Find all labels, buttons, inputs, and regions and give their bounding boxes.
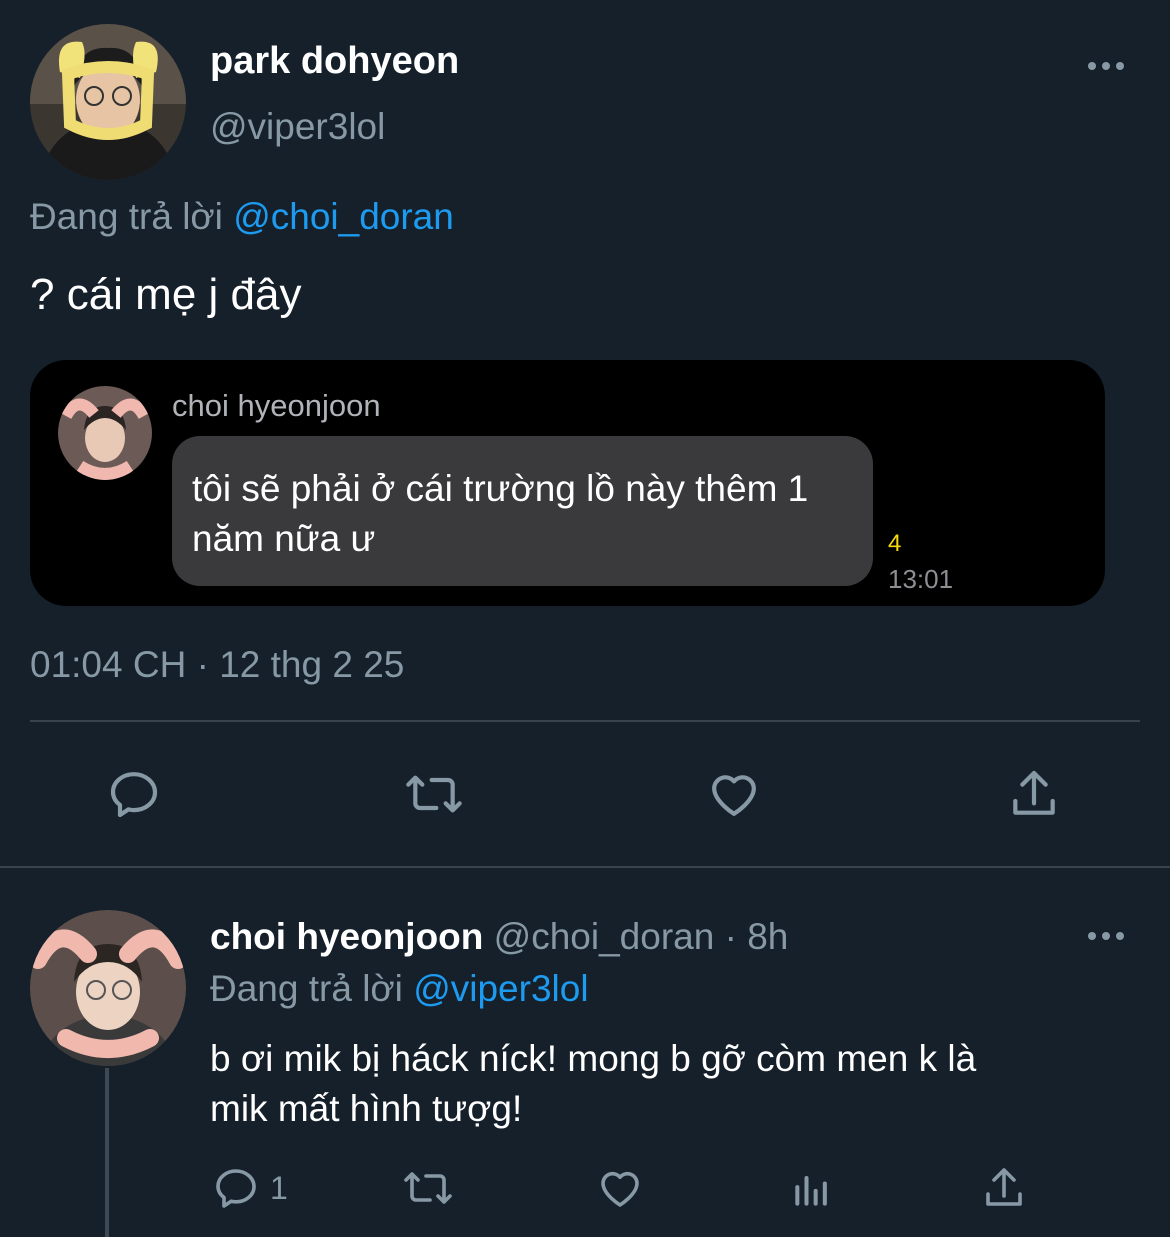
tweet-timestamp[interactable]: 01:04 CH · 12 thg 2 25 <box>30 644 404 686</box>
tweet-text: ? cái mẹ j đây <box>30 270 302 319</box>
replying-to-handle[interactable]: @choi_doran <box>233 196 454 237</box>
author-name[interactable]: park dohyeon <box>210 40 459 83</box>
retweet-icon[interactable] <box>402 762 466 826</box>
reply-icon[interactable] <box>102 762 166 826</box>
reply-reply-button[interactable]: 1 <box>212 1164 288 1212</box>
thread-line <box>105 1068 109 1237</box>
replying-to-label: Đang trả lời <box>30 196 223 237</box>
avatar-photo <box>30 24 186 180</box>
chat-message-time: 13:01 <box>888 564 954 594</box>
reply-reply-count: 1 <box>270 1169 288 1206</box>
author-avatar[interactable] <box>30 24 186 180</box>
replying-to-line: Đang trả lời @choi_doran <box>30 196 454 238</box>
reply-replying-to-line: Đang trả lời @viper3lol <box>210 968 589 1010</box>
reply-more-horizontal-icon[interactable] <box>1086 930 1126 942</box>
reply-reply-icon <box>216 1169 256 1208</box>
chat-sender-avatar <box>58 386 152 480</box>
reply-text-line-1: b ơi mik bị háck níck! mong b gỡ còm men… <box>210 1038 977 1079</box>
reply-like-icon[interactable] <box>596 1164 644 1212</box>
chat-message-bubble: tôi sẽ phải ở cái trường lồ này thêm 1 n… <box>172 436 873 586</box>
chat-message-text: tôi sẽ phải ở cái trường lồ này thêm 1 n… <box>192 468 809 559</box>
reply-replying-to-label: Đang trả lời <box>210 968 403 1009</box>
divider-top <box>30 720 1140 722</box>
embedded-chat-card[interactable]: choi hyeonjoon tôi sẽ phải ở cái trường … <box>30 360 1105 606</box>
divider-section <box>0 866 1170 868</box>
author-handle[interactable]: @viper3lol <box>210 106 385 148</box>
like-icon[interactable] <box>702 762 766 826</box>
reply-author-avatar[interactable] <box>30 910 186 1066</box>
reply-author-handle[interactable]: @choi_doran <box>494 916 715 957</box>
reply-analytics-icon[interactable] <box>790 1166 834 1212</box>
reply-replying-to-handle[interactable]: @viper3lol <box>413 968 588 1009</box>
reply-text-line-2: mik mất hình tượg! <box>210 1088 523 1129</box>
reply-age: · 8h <box>724 916 789 957</box>
reply-author-name[interactable]: choi hyeonjoon <box>210 916 483 957</box>
share-icon[interactable] <box>1002 762 1066 826</box>
reply-text: b ơi mik bị háck níck! mong b gỡ còm men… <box>210 1034 976 1134</box>
chat-sender-name: choi hyeonjoon <box>172 388 381 423</box>
reply-share-icon[interactable] <box>980 1164 1028 1212</box>
more-horizontal-icon[interactable] <box>1086 60 1126 72</box>
chat-unread-count: 4 <box>888 530 902 557</box>
chat-avatar-photo <box>58 386 152 480</box>
reply-avatar-photo <box>30 910 186 1066</box>
reply-retweet-icon[interactable] <box>400 1164 456 1212</box>
reply-header: choi hyeonjoon @choi_doran · 8h <box>210 916 788 958</box>
